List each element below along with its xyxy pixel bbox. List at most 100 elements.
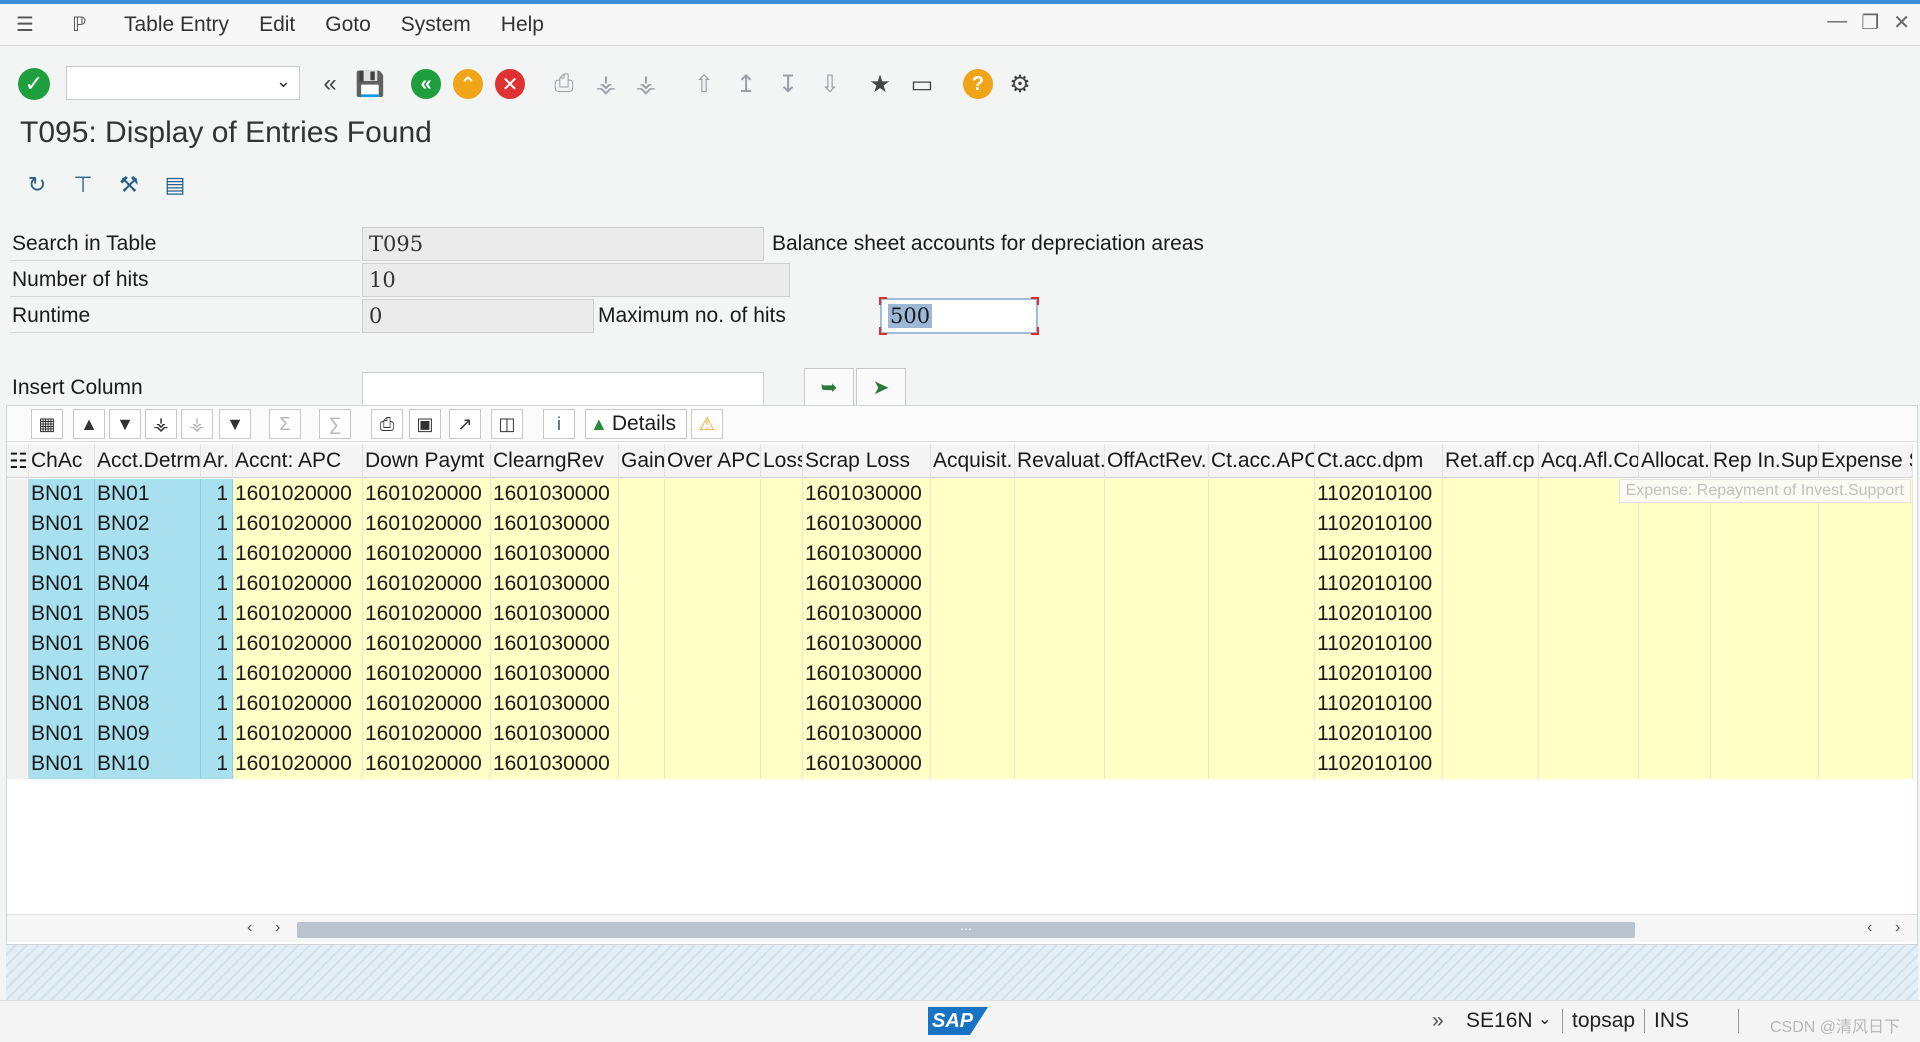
row-selector[interactable] bbox=[7, 689, 29, 719]
enter-button[interactable]: ✓ bbox=[18, 68, 50, 100]
table-cell[interactable] bbox=[931, 689, 1015, 719]
find-icon[interactable]: ⚶ bbox=[588, 66, 624, 102]
table-cell[interactable]: BN01 bbox=[29, 479, 95, 509]
table-cell[interactable] bbox=[1015, 749, 1105, 779]
table-cell[interactable]: 1601020000 bbox=[363, 629, 491, 659]
menu-edit[interactable]: Edit bbox=[259, 13, 295, 37]
document-icon[interactable]: ▤ bbox=[158, 168, 192, 202]
table-cell[interactable] bbox=[1711, 509, 1819, 539]
table-cell[interactable]: BN01 bbox=[29, 689, 95, 719]
table-cell[interactable] bbox=[1015, 479, 1105, 509]
table-cell[interactable]: 1102010100 bbox=[1315, 719, 1443, 749]
table-cell[interactable]: 1601020000 bbox=[363, 509, 491, 539]
table-cell[interactable]: 1601030000 bbox=[491, 569, 619, 599]
table-cell[interactable] bbox=[761, 539, 803, 569]
table-cell[interactable] bbox=[1209, 599, 1315, 629]
table-cell[interactable]: BN06 bbox=[95, 629, 201, 659]
table-cell[interactable]: 1 bbox=[201, 629, 233, 659]
settings-gear-icon[interactable]: ⚙ bbox=[1002, 66, 1038, 102]
table-cell[interactable]: BN01 bbox=[29, 749, 95, 779]
max-hits-input[interactable]: 500 bbox=[879, 297, 1039, 335]
row-selector[interactable] bbox=[7, 509, 29, 539]
table-cell[interactable] bbox=[1209, 659, 1315, 689]
select-all-icon[interactable]: ☷ bbox=[7, 444, 29, 478]
table-cell[interactable]: BN01 bbox=[29, 659, 95, 689]
row-selector[interactable] bbox=[7, 479, 29, 509]
chevron-down-icon[interactable]: ⌄ bbox=[276, 71, 291, 92]
table-cell[interactable]: BN01 bbox=[29, 539, 95, 569]
table-row[interactable]: BN01 BN08 1 1601020000 1601020000 1601030000 1… bbox=[7, 689, 1913, 719]
table-cell[interactable] bbox=[1209, 629, 1315, 659]
table-cell[interactable]: 1601030000 bbox=[491, 509, 619, 539]
table-cell[interactable] bbox=[931, 509, 1015, 539]
table-cell[interactable] bbox=[665, 749, 761, 779]
table-cell[interactable]: 1102010100 bbox=[1315, 689, 1443, 719]
table-cell[interactable] bbox=[1443, 599, 1539, 629]
transport-icon[interactable]: ⚒ bbox=[112, 168, 146, 202]
table-cell[interactable] bbox=[1711, 629, 1819, 659]
table-cell[interactable] bbox=[1015, 719, 1105, 749]
print-icon[interactable]: ⎙ bbox=[371, 409, 403, 439]
table-cell[interactable]: 1601020000 bbox=[233, 569, 363, 599]
save-icon[interactable]: 💾 bbox=[352, 66, 388, 102]
table-cell[interactable] bbox=[619, 689, 665, 719]
table-cell[interactable]: 1601030000 bbox=[491, 689, 619, 719]
table-cell[interactable] bbox=[1539, 599, 1639, 629]
table-cell[interactable] bbox=[761, 629, 803, 659]
table-cell[interactable] bbox=[665, 719, 761, 749]
table-cell[interactable]: BN07 bbox=[95, 659, 201, 689]
column-header[interactable]: Scrap Loss bbox=[803, 444, 931, 478]
table-cell[interactable] bbox=[1711, 659, 1819, 689]
table-cell[interactable] bbox=[1105, 659, 1209, 689]
table-cell[interactable]: 1102010100 bbox=[1315, 509, 1443, 539]
menu-help[interactable]: Help bbox=[501, 13, 544, 37]
table-cell[interactable] bbox=[931, 749, 1015, 779]
table-cell[interactable] bbox=[619, 719, 665, 749]
scroll-right-icon[interactable]: › bbox=[1895, 919, 1900, 937]
table-cell[interactable] bbox=[619, 749, 665, 779]
table-cell[interactable] bbox=[931, 599, 1015, 629]
command-field[interactable]: ⌄ bbox=[66, 66, 300, 100]
table-cell[interactable] bbox=[1015, 599, 1105, 629]
table-cell[interactable]: 1601030000 bbox=[803, 659, 931, 689]
find-next-icon[interactable]: ⚶ bbox=[181, 409, 213, 439]
table-cell[interactable] bbox=[1209, 749, 1315, 779]
table-cell[interactable]: BN01 bbox=[29, 599, 95, 629]
table-cell[interactable] bbox=[665, 509, 761, 539]
column-header[interactable]: Allocat. bbox=[1639, 444, 1711, 478]
table-cell[interactable]: BN01 bbox=[29, 509, 95, 539]
table-cell[interactable] bbox=[1015, 689, 1105, 719]
table-row[interactable]: BN01 BN09 1 1601020000 1601020000 1601030000 1… bbox=[7, 719, 1913, 749]
previous-page-icon[interactable]: ↥ bbox=[728, 66, 764, 102]
table-cell[interactable] bbox=[1819, 659, 1913, 689]
table-cell[interactable] bbox=[1819, 569, 1913, 599]
print-icon[interactable]: ⎙ bbox=[546, 66, 582, 102]
table-cell[interactable] bbox=[1209, 479, 1315, 509]
column-header[interactable]: ChAc bbox=[29, 444, 95, 478]
table-cell[interactable]: 1 bbox=[201, 509, 233, 539]
next-page-icon[interactable]: ↧ bbox=[770, 66, 806, 102]
sort-descending-icon[interactable]: ▼ bbox=[109, 409, 141, 439]
table-cell[interactable]: 1601030000 bbox=[803, 479, 931, 509]
table-row[interactable]: BN01 BN05 1 1601020000 1601020000 1601030000 1… bbox=[7, 599, 1913, 629]
table-cell[interactable] bbox=[1819, 629, 1913, 659]
table-cell[interactable] bbox=[1711, 599, 1819, 629]
table-cell[interactable] bbox=[1639, 599, 1711, 629]
shortcut-icon[interactable]: ▭ bbox=[904, 66, 940, 102]
expand-status-icon[interactable]: » bbox=[1432, 1009, 1444, 1033]
layout-icon[interactable]: ◫ bbox=[491, 409, 523, 439]
table-cell[interactable]: 1601030000 bbox=[491, 539, 619, 569]
table-row[interactable]: BN01 BN06 1 1601020000 1601020000 1601030000 1… bbox=[7, 629, 1913, 659]
menu-table-entry[interactable]: Table Entry bbox=[124, 13, 229, 37]
table-cell[interactable]: BN10 bbox=[95, 749, 201, 779]
table-cell[interactable] bbox=[761, 479, 803, 509]
column-header[interactable]: Expense S bbox=[1819, 444, 1913, 478]
column-header[interactable]: Ct.acc.dpm bbox=[1315, 444, 1443, 478]
sort-filter-icon[interactable]: ⚠ bbox=[691, 409, 723, 439]
table-cell[interactable]: BN01 bbox=[29, 719, 95, 749]
total-icon[interactable]: Σ bbox=[269, 409, 301, 439]
table-row[interactable]: BN01 BN03 1 1601020000 1601020000 1601030000 1… bbox=[7, 539, 1913, 569]
table-cell[interactable] bbox=[1443, 479, 1539, 509]
table-cell[interactable]: 1601020000 bbox=[233, 629, 363, 659]
minimize-icon[interactable]: — bbox=[1827, 10, 1847, 35]
